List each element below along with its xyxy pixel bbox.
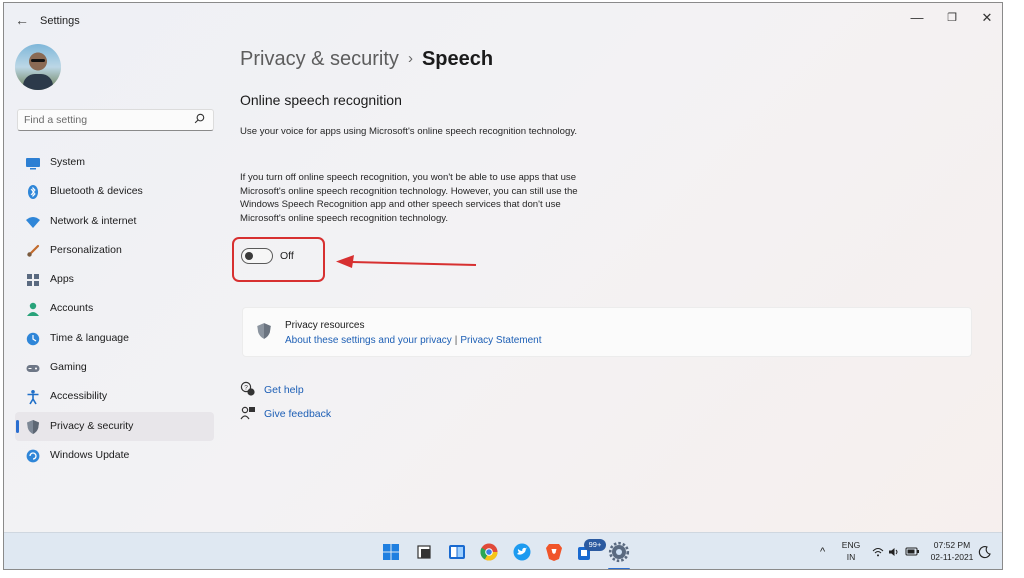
active-indicator	[16, 419, 19, 433]
brush-icon	[27, 244, 40, 257]
sidebar-item-label: Time & language	[50, 331, 129, 344]
sidebar-item-accounts[interactable]: Accounts	[15, 294, 214, 323]
sidebar-item-label: Windows Update	[50, 448, 130, 461]
search-box[interactable]	[17, 109, 214, 131]
give-feedback-link[interactable]: Give feedback	[264, 408, 331, 420]
sidebar-item-label: Network & internet	[50, 214, 137, 227]
sidebar-item-label: System	[50, 156, 86, 168]
close-button[interactable]: ✕	[972, 7, 1002, 29]
apps-icon	[27, 274, 39, 287]
notification-badge: 99+	[584, 539, 606, 551]
sidebar-item-label: Gaming	[50, 361, 87, 374]
language-code: ENG	[841, 540, 861, 550]
toggle-knob	[245, 252, 253, 260]
minimize-button[interactable]: —	[902, 7, 932, 29]
privacy-resources-links: About these settings and your privacy | Pr…	[285, 335, 542, 346]
task-view-icon[interactable]	[413, 541, 435, 563]
sidebar-item-label: Bluetooth & devices	[50, 185, 143, 198]
avatar-shirt	[23, 74, 53, 90]
breadcrumb-parent[interactable]: Privacy & security	[240, 48, 399, 70]
wifi-icon[interactable]	[872, 547, 884, 557]
sidebar-item-label: Personalization	[50, 243, 122, 256]
sidebar-nav: System Bluetooth & devices Network & int…	[15, 148, 215, 470]
focus-assist-icon[interactable]	[978, 545, 992, 559]
avatar-glasses	[31, 59, 45, 62]
region-code: IN	[846, 552, 856, 562]
title-bar: ← Settings — ❐ ✕	[4, 3, 1002, 37]
online-speech-toggle[interactable]	[241, 248, 273, 264]
sidebar-item-system[interactable]: System	[15, 148, 214, 177]
system-icon	[26, 158, 40, 170]
search-icon[interactable]	[194, 113, 205, 124]
sidebar-item-apps[interactable]: Apps	[15, 265, 214, 294]
shield-icon	[257, 323, 271, 339]
accounts-icon	[27, 303, 39, 317]
chevron-up-icon[interactable]: ^	[820, 546, 825, 558]
avatar[interactable]	[15, 44, 61, 90]
clock[interactable]: 07:52 PM 02-11-2021	[930, 540, 974, 562]
chevron-right-icon: ›	[407, 50, 413, 67]
sidebar-item-bluetooth[interactable]: Bluetooth & devices	[15, 177, 214, 206]
app-title: Settings	[40, 15, 80, 27]
about-settings-privacy-link[interactable]: About these settings and your privacy	[285, 335, 452, 346]
sidebar-item-time-language[interactable]: Time & language	[15, 324, 214, 353]
globe-clock-icon	[26, 332, 40, 345]
link-divider: |	[454, 335, 458, 346]
breadcrumb: Privacy & security › Speech	[240, 48, 493, 71]
annotation-arrow-icon	[336, 255, 477, 268]
feedback-person-icon	[240, 406, 255, 420]
twitter-icon[interactable]	[511, 541, 533, 563]
section-title: Online speech recognition	[240, 92, 402, 108]
description-warning-text: If you turn off online speech recognitio…	[240, 172, 578, 224]
sidebar-item-gaming[interactable]: Gaming	[15, 353, 214, 382]
clock-time: 07:52 PM	[933, 540, 971, 550]
description-text: Use your voice for apps using Microsoft'…	[240, 126, 578, 137]
language-indicator[interactable]: ENG IN	[840, 540, 862, 562]
toggle-state-label: Off	[280, 250, 294, 262]
sidebar-item-label: Apps	[50, 273, 74, 286]
sidebar-item-personalization[interactable]: Personalization	[15, 236, 214, 265]
help-chat-icon: ?	[240, 381, 255, 396]
shield-icon	[27, 419, 39, 434]
wifi-icon	[26, 216, 40, 228]
windows-start-icon[interactable]	[380, 541, 402, 563]
settings-window: ← Settings — ❐ ✕ System Bluetooth & devi…	[3, 2, 1003, 570]
accessibility-icon	[27, 390, 39, 405]
speaker-icon[interactable]	[888, 547, 900, 557]
back-arrow-icon[interactable]: ←	[12, 11, 32, 29]
privacy-statement-link[interactable]: Privacy Statement	[460, 335, 541, 346]
sidebar-item-privacy-security[interactable]: Privacy & security	[15, 411, 214, 441]
privacy-resources-card: Privacy resources About these settings a…	[242, 307, 972, 357]
chrome-icon[interactable]	[478, 541, 500, 563]
sidebar-item-windows-update[interactable]: Windows Update	[15, 441, 214, 470]
annotation-highlight-box: Off	[232, 237, 325, 282]
active-app-indicator	[608, 568, 630, 569]
settings-gear-icon[interactable]	[608, 541, 630, 563]
sidebar-item-label: Accessibility	[50, 390, 108, 403]
gamepad-icon	[26, 365, 40, 373]
battery-plug-icon[interactable]	[904, 546, 920, 557]
get-help-link[interactable]: Get help	[264, 384, 304, 396]
taskbar: 99+ ^ ENG IN 07:52 PM 02-11-2021	[4, 532, 1002, 569]
get-help-row[interactable]: ? Get help	[240, 381, 360, 399]
brave-browser-icon[interactable]	[543, 541, 565, 563]
give-feedback-row[interactable]: Give feedback	[240, 405, 360, 423]
sidebar-item-network[interactable]: Network & internet	[15, 207, 214, 236]
page-title: Speech	[421, 48, 494, 70]
sidebar-item-accessibility[interactable]: Accessibility	[15, 382, 214, 411]
privacy-resources-title: Privacy resources	[285, 320, 365, 331]
sidebar-item-label: Accounts	[50, 302, 94, 315]
widgets-icon[interactable]	[446, 541, 468, 563]
bluetooth-icon	[28, 185, 38, 200]
update-icon	[26, 449, 40, 463]
svg-text:?: ?	[244, 384, 248, 391]
sidebar-item-label: Privacy & security	[50, 419, 134, 432]
search-input[interactable]	[24, 112, 184, 128]
maximize-button[interactable]: ❐	[937, 7, 967, 29]
clock-date: 02-11-2021	[930, 552, 974, 562]
